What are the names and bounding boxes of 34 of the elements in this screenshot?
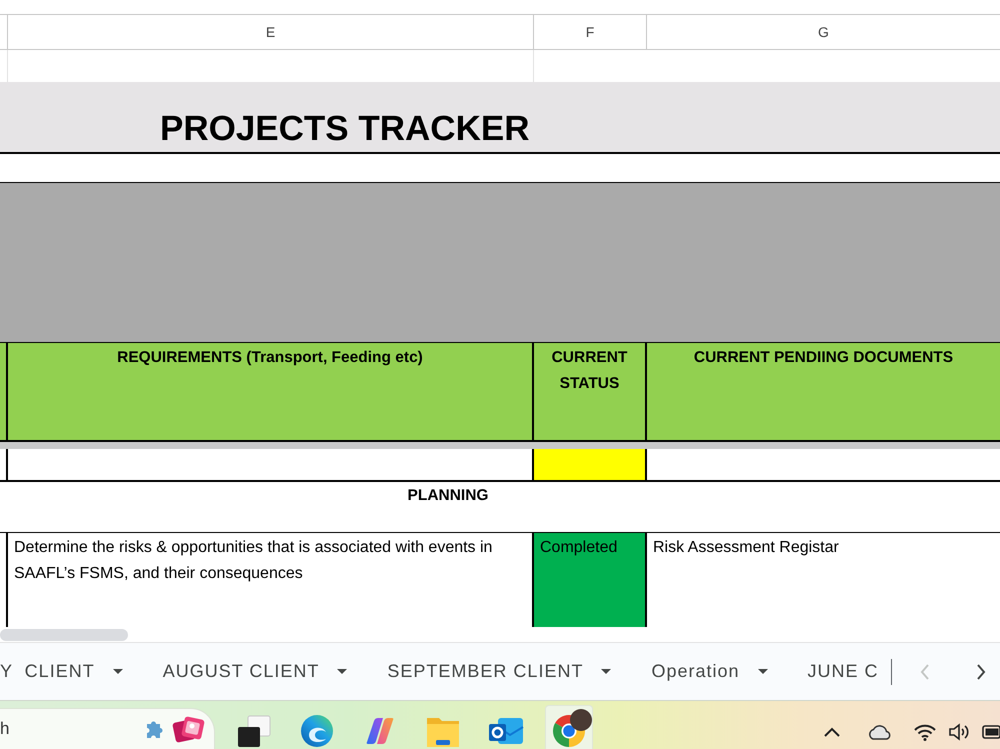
column-heading: CURRENT PENDIING DOCUMENTS [692,348,954,368]
photo-stack-icon [172,714,206,744]
status-cell: Completed [534,533,647,627]
column-header[interactable]: E [8,15,534,49]
column-header[interactable]: G [647,15,1000,49]
stacked-squares-icon[interactable] [236,715,272,747]
column-heading: REQUIREMENTS (Transport, Feeding etc) [8,343,534,440]
sheet-tab[interactable]: JUNE C [788,652,879,692]
cloud-icon[interactable] [866,724,892,740]
taskbar-button[interactable] [545,705,593,749]
mail-icon[interactable] [488,715,524,747]
search-field[interactable]: h [0,708,215,749]
sheet-tab[interactable]: AUGUST CLIENT [142,652,368,692]
caret-icon[interactable] [337,669,348,674]
sheet-tab[interactable]: Y CLIENT [0,652,143,692]
column-heading: CURRENT STATUS [534,343,647,440]
sheet-title: PROJECTS TRACKER [160,109,530,149]
chevron-up-icon[interactable] [823,727,841,737]
caret-icon[interactable] [112,669,123,674]
ribbon-icon[interactable] [364,715,396,747]
column-header[interactable]: F [534,15,647,49]
swirl-icon[interactable] [301,715,333,747]
documents-cell-text: Risk Assessment Registar [652,538,840,558]
sheet-tab[interactable]: SEPTEMBER CLIENT [367,652,632,692]
avatar-icon [570,709,592,731]
caret-icon[interactable] [758,669,768,674]
section-label: PLANNING [408,487,488,504]
battery-icon[interactable] [982,725,1000,739]
sheet-tab[interactable]: Operation [631,652,788,692]
folder-icon[interactable] [425,715,461,747]
chevron-right-icon[interactable] [976,664,986,680]
wifi-icon[interactable] [913,723,937,741]
caret-icon[interactable] [601,669,612,674]
scrollbar-thumb[interactable] [0,629,128,641]
